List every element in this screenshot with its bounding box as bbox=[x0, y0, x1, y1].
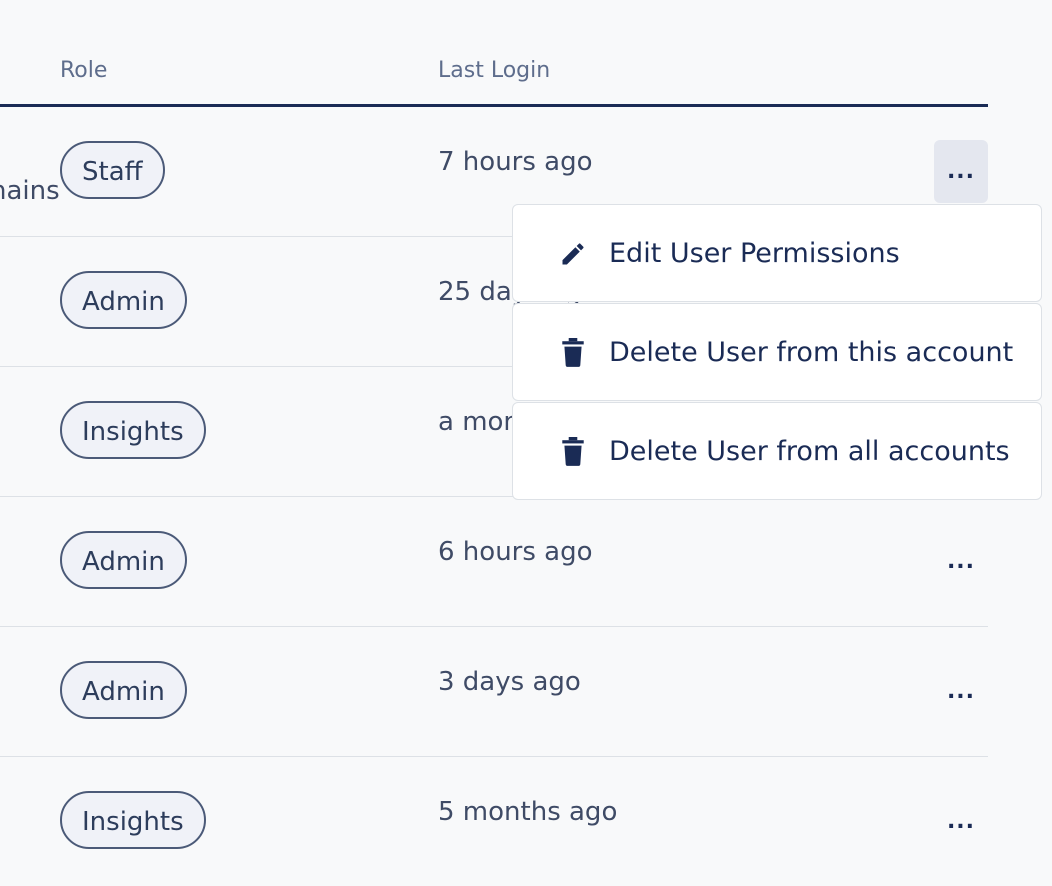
table-row: Admin 6 hours ago ... bbox=[0, 497, 988, 627]
table-header: Role Last Login bbox=[0, 0, 988, 107]
last-login-text: 5 months ago bbox=[438, 797, 618, 827]
pencil-icon bbox=[558, 239, 588, 269]
user-actions-menu: Edit User Permissions Delete User from t… bbox=[512, 204, 1042, 501]
ellipsis-icon: ... bbox=[946, 809, 976, 834]
table-row: Insights 5 months ago ... bbox=[0, 757, 988, 886]
role-badge: Insights bbox=[60, 791, 206, 849]
trash-icon bbox=[558, 338, 588, 368]
role-badge: Insights bbox=[60, 401, 206, 459]
last-login-text: 6 hours ago bbox=[438, 537, 593, 567]
more-actions-button[interactable]: ... bbox=[934, 790, 988, 853]
menu-item-label: Delete User from all accounts bbox=[609, 435, 1010, 467]
role-badge: Staff bbox=[60, 141, 165, 199]
last-login-text: 7 hours ago bbox=[438, 147, 593, 177]
menu-item-delete-all-accounts[interactable]: Delete User from all accounts bbox=[512, 402, 1042, 500]
ellipsis-icon: ... bbox=[946, 159, 976, 184]
menu-item-label: Delete User from this account bbox=[609, 336, 1014, 368]
more-actions-button[interactable]: ... bbox=[934, 530, 988, 593]
role-badge: Admin bbox=[60, 271, 187, 329]
menu-item-edit-permissions[interactable]: Edit User Permissions bbox=[512, 204, 1042, 302]
ellipsis-icon: ... bbox=[946, 549, 976, 574]
table-row: Admin 3 days ago ... bbox=[0, 627, 988, 757]
last-login-text: 3 days ago bbox=[438, 667, 581, 697]
menu-item-label: Edit User Permissions bbox=[609, 237, 900, 269]
ellipsis-icon: ... bbox=[946, 679, 976, 704]
more-actions-button[interactable]: ... bbox=[934, 140, 988, 203]
menu-item-delete-this-account[interactable]: Delete User from this account bbox=[512, 303, 1042, 401]
column-header-last-login[interactable]: Last Login bbox=[438, 58, 550, 83]
column-header-role[interactable]: Role bbox=[60, 58, 107, 83]
trash-icon bbox=[558, 437, 588, 467]
role-badge: Admin bbox=[60, 531, 187, 589]
role-badge: Admin bbox=[60, 661, 187, 719]
more-actions-button[interactable]: ... bbox=[934, 660, 988, 723]
